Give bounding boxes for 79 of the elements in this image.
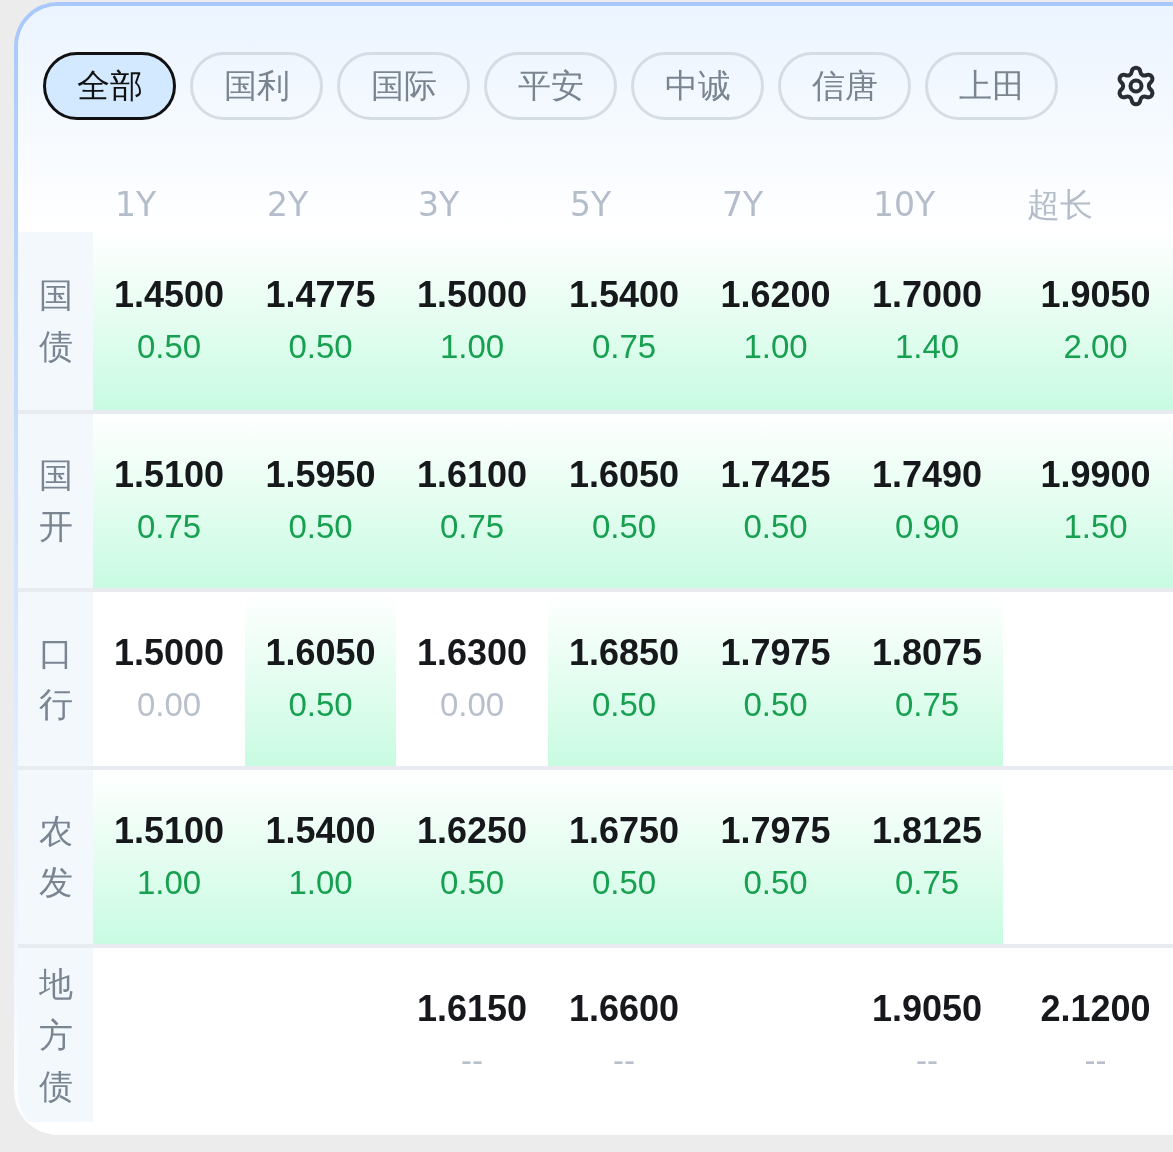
rate-value: 1.6200 <box>720 273 831 317</box>
rate-change: -- <box>613 1041 635 1081</box>
rate-value: 1.5950 <box>265 453 376 497</box>
filter-tab[interactable]: 上田 <box>925 52 1058 120</box>
rate-change: 0.75 <box>136 507 202 547</box>
rate-change: 0.75 <box>894 863 960 903</box>
filter-tab[interactable]: 国利 <box>190 52 323 120</box>
rate-value: 1.5400 <box>568 273 680 317</box>
rate-value: 1.5100 <box>113 809 225 853</box>
rate-value: 1.6600 <box>568 987 680 1031</box>
rate-value: 1.5000 <box>113 631 225 675</box>
rate-value: 1.6750 <box>568 809 680 853</box>
column-header: 10Y <box>872 184 937 226</box>
column-header: 1Y <box>114 184 158 226</box>
column-header: 2Y <box>266 184 310 226</box>
row-label: 国开 <box>18 414 93 588</box>
rate-change: 0.75 <box>439 507 505 547</box>
rate-change: 0.00 <box>136 685 202 725</box>
rate-change: 1.40 <box>894 327 960 367</box>
rate-change: 1.50 <box>1063 507 1128 547</box>
column-header: 超长 <box>1026 184 1094 226</box>
rate-value: 1.5400 <box>265 809 376 853</box>
rate-value: 1.5100 <box>113 453 225 497</box>
rate-change: 0.50 <box>591 863 657 903</box>
rate-value: 1.9900 <box>1040 453 1151 497</box>
rate-value: 1.9050 <box>1040 273 1151 317</box>
rate-value: 1.8075 <box>871 631 983 675</box>
rate-value: 1.7000 <box>871 273 983 317</box>
rate-value: 1.4775 <box>265 273 376 317</box>
rate-change: 0.75 <box>591 327 657 367</box>
column-header: 3Y <box>417 184 461 226</box>
rate-value: 1.6100 <box>416 453 528 497</box>
filter-tab[interactable]: 全部 <box>43 52 176 120</box>
filter-tab[interactable]: 平安 <box>484 52 617 120</box>
rate-value: 1.4500 <box>113 273 225 317</box>
row-label: 国债 <box>18 232 93 410</box>
rate-change: 1.00 <box>288 863 353 903</box>
rate-change: 2.00 <box>1063 327 1128 367</box>
row-label: 农发 <box>18 770 93 944</box>
rate-value: 1.5000 <box>416 273 528 317</box>
rate-change: 0.00 <box>439 685 505 725</box>
rate-value: 1.7425 <box>720 453 831 497</box>
rate-change: 0.50 <box>288 685 353 725</box>
rate-change: 0.50 <box>439 863 505 903</box>
rate-value: 1.7490 <box>871 453 983 497</box>
rate-value: 2.1200 <box>1040 987 1151 1031</box>
rate-change: 0.50 <box>743 863 808 903</box>
rate-change: 0.50 <box>743 685 808 725</box>
filter-tab[interactable]: 国际 <box>337 52 470 120</box>
rate-change: 0.90 <box>894 507 960 547</box>
rate-change: 0.50 <box>136 327 202 367</box>
rate-value: 1.6250 <box>416 809 528 853</box>
rate-value: 1.7975 <box>720 809 831 853</box>
rate-value: 1.9050 <box>871 987 983 1031</box>
filter-tab[interactable]: 信唐 <box>778 52 911 120</box>
rate-change: 1.00 <box>743 327 808 367</box>
rate-value: 1.6050 <box>568 453 680 497</box>
rate-value: 1.6850 <box>568 631 680 675</box>
rate-change: -- <box>916 1041 938 1081</box>
rate-change: 0.50 <box>288 507 353 547</box>
row-label: 地方债 <box>18 948 93 1122</box>
rate-value: 1.7975 <box>720 631 831 675</box>
column-header: 5Y <box>569 184 613 226</box>
rate-value: 1.6050 <box>265 631 376 675</box>
rate-change: 0.50 <box>591 507 657 547</box>
rate-value: 1.8125 <box>871 809 983 853</box>
row-label: 口行 <box>18 592 93 766</box>
rate-change: 0.50 <box>591 685 657 725</box>
rate-change: 0.50 <box>288 327 353 367</box>
rate-value: 1.6150 <box>416 987 528 1031</box>
filter-tab[interactable]: 中诚 <box>631 52 764 120</box>
rate-change: -- <box>1084 1041 1107 1081</box>
rate-change: 1.00 <box>136 863 202 903</box>
rate-change: 0.50 <box>743 507 808 547</box>
column-header: 7Y <box>721 184 765 226</box>
rate-value: 1.6300 <box>416 631 528 675</box>
rate-change: -- <box>461 1041 483 1081</box>
rate-change: 1.00 <box>439 327 505 367</box>
rate-change: 0.75 <box>894 685 960 725</box>
